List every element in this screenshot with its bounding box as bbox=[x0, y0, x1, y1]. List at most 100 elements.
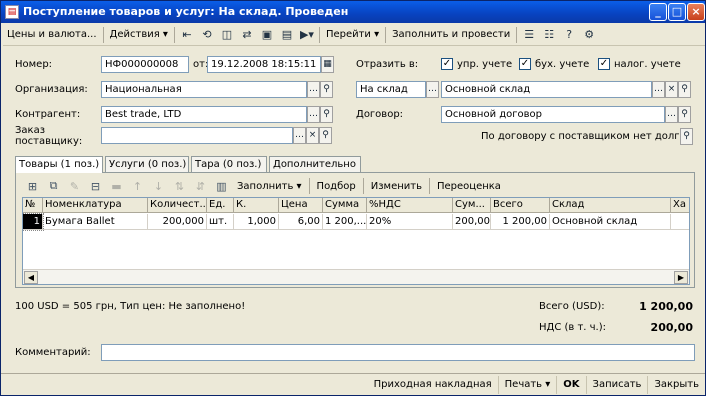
table-cell[interactable] bbox=[671, 214, 689, 230]
select-ellipsis-icon[interactable]: … bbox=[665, 106, 678, 123]
actions-menu[interactable]: Действия ▾ bbox=[106, 25, 172, 44]
number-label: Номер: bbox=[15, 59, 53, 70]
close-icon[interactable]: × bbox=[687, 3, 705, 21]
column-header[interactable]: № bbox=[23, 198, 43, 213]
column-header[interactable]: Всего bbox=[491, 198, 550, 213]
column-header[interactable]: Ха bbox=[671, 198, 689, 213]
column-header[interactable]: %НДС bbox=[367, 198, 453, 213]
fill-and-post-button[interactable]: Заполнить и провести bbox=[388, 25, 514, 44]
tab-containers[interactable]: Тара (0 поз.) bbox=[191, 156, 267, 172]
order-field[interactable] bbox=[101, 127, 293, 144]
save-button[interactable]: Записать bbox=[587, 375, 649, 394]
sort-desc-icon[interactable]: ⇵ bbox=[190, 180, 211, 193]
date-field[interactable]: 19.12.2008 18:15:11 bbox=[207, 56, 321, 73]
select-ellipsis-icon[interactable]: … bbox=[293, 127, 306, 144]
warehouse-type-field[interactable]: На склад bbox=[356, 81, 426, 98]
post-document-icon[interactable]: ▣ bbox=[257, 25, 277, 44]
ok-button[interactable]: OK bbox=[557, 375, 587, 394]
open-magnifier-icon[interactable]: ⚲ bbox=[320, 81, 333, 98]
fill-menu[interactable]: Заполнить ▾ bbox=[232, 181, 307, 192]
refresh-icon[interactable]: ⟲ bbox=[197, 25, 217, 44]
table-cell[interactable]: шт. bbox=[207, 214, 234, 230]
tab-goods[interactable]: Товары (1 поз.) bbox=[15, 156, 103, 173]
select-ellipsis-icon[interactable]: … bbox=[307, 106, 320, 123]
goto-menu[interactable]: Перейти ▾ bbox=[322, 25, 383, 44]
column-header[interactable]: Сум... bbox=[453, 198, 491, 213]
move-down-icon[interactable]: ↓ bbox=[148, 180, 169, 193]
number-field[interactable]: НФ000000008 bbox=[101, 56, 189, 73]
title-bar[interactable]: ▤ Поступление товаров и услуг: На склад.… bbox=[1, 1, 705, 23]
column-header[interactable]: Ед. bbox=[207, 198, 234, 213]
select-ellipsis-icon[interactable]: … bbox=[307, 81, 320, 98]
warehouse-field[interactable]: Основной склад bbox=[441, 81, 652, 98]
calendar-icon[interactable]: ▦ bbox=[321, 56, 334, 73]
print-button[interactable]: Печать ▾ bbox=[499, 375, 558, 394]
edit-row-icon[interactable]: ✎ bbox=[64, 180, 85, 193]
column-header[interactable]: Количест... bbox=[148, 198, 207, 213]
document-window: ▤ Поступление товаров и услуг: На склад.… bbox=[0, 0, 706, 396]
minimize-icon[interactable]: _ bbox=[649, 3, 667, 21]
table-cell[interactable]: 1 200,00 bbox=[491, 214, 550, 230]
copy-row-icon[interactable]: ⧉ bbox=[43, 179, 64, 193]
contract-field[interactable]: Основной договор bbox=[441, 106, 665, 123]
book-accounting-checkbox[interactable]: ✓ bbox=[519, 58, 531, 70]
table-cell[interactable]: 20% bbox=[367, 214, 453, 230]
tab-services[interactable]: Услуги (0 поз.) bbox=[105, 156, 189, 172]
settings-icon[interactable]: ⚙ bbox=[579, 25, 599, 44]
swap-icon[interactable]: ⇄ bbox=[237, 25, 257, 44]
invoice-print-button[interactable]: Приходная накладная bbox=[368, 375, 499, 394]
maximize-icon[interactable]: □ bbox=[668, 3, 686, 21]
structure-icon[interactable]: ☰ bbox=[519, 25, 539, 44]
tab-additional[interactable]: Дополнительно bbox=[269, 156, 361, 172]
delete-row-icon[interactable]: ⊟ bbox=[85, 180, 106, 193]
open-magnifier-icon[interactable]: ⚲ bbox=[319, 127, 332, 144]
close-button[interactable]: Закрыть bbox=[648, 376, 705, 394]
unpost-document-icon[interactable]: ▤ bbox=[277, 25, 297, 44]
table-cell[interactable]: 6,00 bbox=[279, 214, 323, 230]
table-cell[interactable]: Бумага Ballet bbox=[43, 214, 148, 230]
organization-field[interactable]: Национальная bbox=[101, 81, 307, 98]
horizontal-scrollbar[interactable]: ◀ ▶ bbox=[23, 269, 689, 284]
table-cell[interactable]: 200,00 bbox=[453, 214, 491, 230]
help-icon[interactable]: ? bbox=[559, 25, 579, 44]
table-cell[interactable]: Основной склад bbox=[550, 214, 671, 230]
open-magnifier-icon[interactable]: ⚲ bbox=[320, 106, 333, 123]
column-header[interactable]: Сумма bbox=[323, 198, 367, 213]
table-cell[interactable]: 1 200,... bbox=[323, 214, 367, 230]
select-ellipsis-icon[interactable]: … bbox=[426, 81, 439, 98]
tax-accounting-checkbox[interactable]: ✓ bbox=[598, 58, 610, 70]
column-header[interactable]: Склад bbox=[550, 198, 671, 213]
revalue-button[interactable]: Переоценка bbox=[432, 181, 506, 192]
debt-magnifier-icon[interactable]: ⚲ bbox=[680, 128, 693, 145]
counterparty-field[interactable]: Best trade, LTD bbox=[101, 106, 307, 123]
back-arrow-icon[interactable]: ⇤ bbox=[177, 25, 197, 44]
end-edit-icon[interactable]: ▬ bbox=[106, 180, 127, 193]
clear-icon[interactable]: × bbox=[665, 81, 678, 98]
column-header[interactable]: Цена bbox=[279, 198, 323, 213]
panel-toolbar: ⊞ ⧉ ✎ ⊟ ▬ ↑ ↓ ⇅ ⇵ ▥ Заполнить ▾ Подбор И… bbox=[22, 177, 506, 195]
sort-asc-icon[interactable]: ⇅ bbox=[169, 180, 190, 193]
window-title: Поступление товаров и услуг: На склад. П… bbox=[23, 5, 349, 18]
table-cell[interactable]: 200,000 bbox=[148, 214, 207, 230]
clear-icon[interactable]: × bbox=[306, 127, 319, 144]
prices-currency-button[interactable]: Цены и валюта... bbox=[3, 25, 101, 44]
select-ellipsis-icon[interactable]: … bbox=[652, 81, 665, 98]
open-magnifier-icon[interactable]: ⚲ bbox=[678, 106, 691, 123]
column-header[interactable]: К. bbox=[234, 198, 279, 213]
open-magnifier-icon[interactable]: ⚲ bbox=[678, 81, 691, 98]
move-up-icon[interactable]: ↑ bbox=[127, 180, 148, 193]
table-cell[interactable]: 1,000 bbox=[234, 214, 279, 230]
scroll-right-icon[interactable]: ▶ bbox=[674, 271, 688, 284]
comment-field[interactable] bbox=[101, 344, 695, 361]
scroll-left-icon[interactable]: ◀ bbox=[24, 271, 38, 284]
checklist-icon[interactable]: ☷ bbox=[539, 25, 559, 44]
mgmt-accounting-checkbox[interactable]: ✓ bbox=[441, 58, 453, 70]
table-cell[interactable]: 1 bbox=[23, 213, 44, 231]
barcode-icon[interactable]: ▥ bbox=[211, 180, 232, 193]
add-row-icon[interactable]: ⊞ bbox=[22, 180, 43, 193]
history-icon[interactable]: ◫ bbox=[217, 25, 237, 44]
change-button[interactable]: Изменить bbox=[366, 181, 427, 192]
column-header[interactable]: Номенклатура bbox=[43, 198, 148, 213]
selection-button[interactable]: Подбор bbox=[312, 181, 361, 192]
create-based-on-icon[interactable]: ▶▾ bbox=[297, 25, 317, 44]
